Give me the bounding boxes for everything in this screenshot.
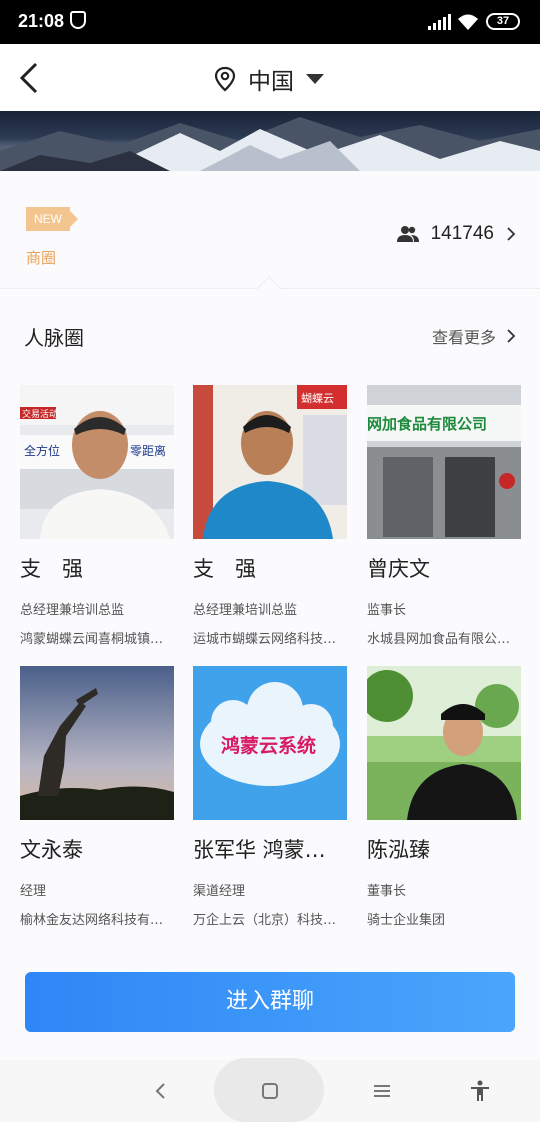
contact-role: 经理 xyxy=(20,884,47,899)
photo-sign-store: 网加食品有限公司 xyxy=(367,415,487,433)
contact-card[interactable]: 交易活动 全方位 零距离 支 强 总经理兼培训总监 鸿蒙蝴蝶云闻喜桐城镇… xyxy=(20,385,174,647)
contact-name: 张军华 鸿蒙… xyxy=(193,838,326,862)
nav-back-button[interactable] xyxy=(140,1060,180,1122)
contact-company: 运城市蝴蝶云网络科技… xyxy=(193,632,337,647)
nav-menu-button[interactable] xyxy=(362,1060,402,1122)
back-icon[interactable] xyxy=(14,58,48,98)
location-label: 中国 xyxy=(248,69,294,95)
contact-card[interactable]: 陈泓臻 董事长 骑士企业集团 xyxy=(367,666,521,928)
business-circle-card[interactable]: NEW 商圈 141746 xyxy=(0,171,540,302)
caret-down-icon xyxy=(306,74,324,84)
accessibility-icon xyxy=(471,1080,489,1101)
contact-role: 监事长 xyxy=(367,603,407,618)
view-more-label: 查看更多 xyxy=(431,328,496,347)
contact-company: 鸿蒙蝴蝶云闻喜桐城镇… xyxy=(20,632,164,647)
nav-menu-icon xyxy=(374,1085,390,1097)
contact-name: 曾庆文 xyxy=(367,557,430,581)
join-group-chat-button[interactable]: 进入群聊 xyxy=(25,972,515,1032)
contact-card[interactable]: 文永泰 经理 榆林金友达网络科技有… xyxy=(20,666,174,928)
photo-sign-left: 全方位 xyxy=(24,443,60,458)
contact-company: 骑士企业集团 xyxy=(367,913,446,928)
contact-name: 陈泓臻 xyxy=(367,838,430,862)
contact-role: 总经理兼培训总监 xyxy=(193,603,298,618)
contact-company: 水城县网加食品有限公… xyxy=(367,632,511,647)
photo-cloud-text: 鸿蒙云系统 xyxy=(221,734,316,757)
member-count-link[interactable]: 141746 xyxy=(396,223,516,245)
contact-photo: 蝴蝶云 xyxy=(193,385,347,539)
contact-card[interactable]: 蝴蝶云 支 强 总经理兼培训总监 运城市蝴蝶云网络科技… xyxy=(193,385,347,647)
notification-icon xyxy=(70,11,86,29)
status-bar: 21:08 37 xyxy=(0,0,540,44)
contacts-section: 人脉圈 查看更多 交易活动 全方位 零距离 支 强 总经理兼培训总监 鸿蒙蝴蝶云… xyxy=(0,290,540,1060)
status-time: 21:08 xyxy=(18,11,65,31)
contact-name: 支 强 xyxy=(193,557,256,581)
contact-role: 总经理兼培训总监 xyxy=(20,603,125,618)
member-count: 141746 xyxy=(430,223,494,244)
contact-name: 支 强 xyxy=(20,557,83,581)
accessibility-button[interactable] xyxy=(460,1060,500,1122)
contact-name: 文永泰 xyxy=(20,838,83,862)
top-header: 中国 xyxy=(0,44,540,111)
nav-back-icon xyxy=(155,1083,165,1099)
contact-photo: 网加食品有限公司 xyxy=(367,385,521,539)
business-circle-label: 商圈 xyxy=(26,249,57,267)
contact-card[interactable]: 网加食品有限公司 曾庆文 监事长 水城县网加食品有限公… xyxy=(367,385,521,647)
new-badge: NEW xyxy=(26,207,78,231)
location-selector[interactable]: 中国 xyxy=(214,64,324,95)
contact-photo: 交易活动 全方位 零距离 xyxy=(20,385,174,539)
contact-role: 渠道经理 xyxy=(193,884,246,899)
nav-home-button[interactable] xyxy=(250,1060,290,1122)
chevron-right-icon xyxy=(507,329,516,343)
photo-sign-right: 零距离 xyxy=(130,443,166,458)
signal-icon xyxy=(428,14,451,30)
contact-card[interactable]: 鸿蒙云系统 张军华 鸿蒙… 渠道经理 万企上云（北京）科技… xyxy=(193,666,347,928)
photo-sign-shop: 蝴蝶云 xyxy=(301,391,334,405)
wifi-icon xyxy=(458,14,478,30)
contact-company: 榆林金友达网络科技有… xyxy=(20,913,164,928)
contact-photo: 鸿蒙云系统 xyxy=(193,666,347,820)
section-title: 人脉圈 xyxy=(24,326,84,350)
contact-company: 万企上云（北京）科技… xyxy=(193,913,337,928)
contact-role: 董事长 xyxy=(367,884,407,899)
system-nav-bar xyxy=(0,1058,540,1122)
contact-photo xyxy=(20,666,174,820)
contact-photo xyxy=(367,666,521,820)
battery-icon: 37 xyxy=(486,13,520,30)
banner-image xyxy=(0,111,540,171)
photo-sign-top: 交易活动 xyxy=(22,408,58,420)
chevron-right-icon xyxy=(507,227,516,241)
people-icon xyxy=(396,226,419,242)
location-pin-icon xyxy=(214,66,236,92)
nav-home-icon xyxy=(262,1083,278,1099)
view-more-link[interactable]: 查看更多 xyxy=(432,324,516,348)
